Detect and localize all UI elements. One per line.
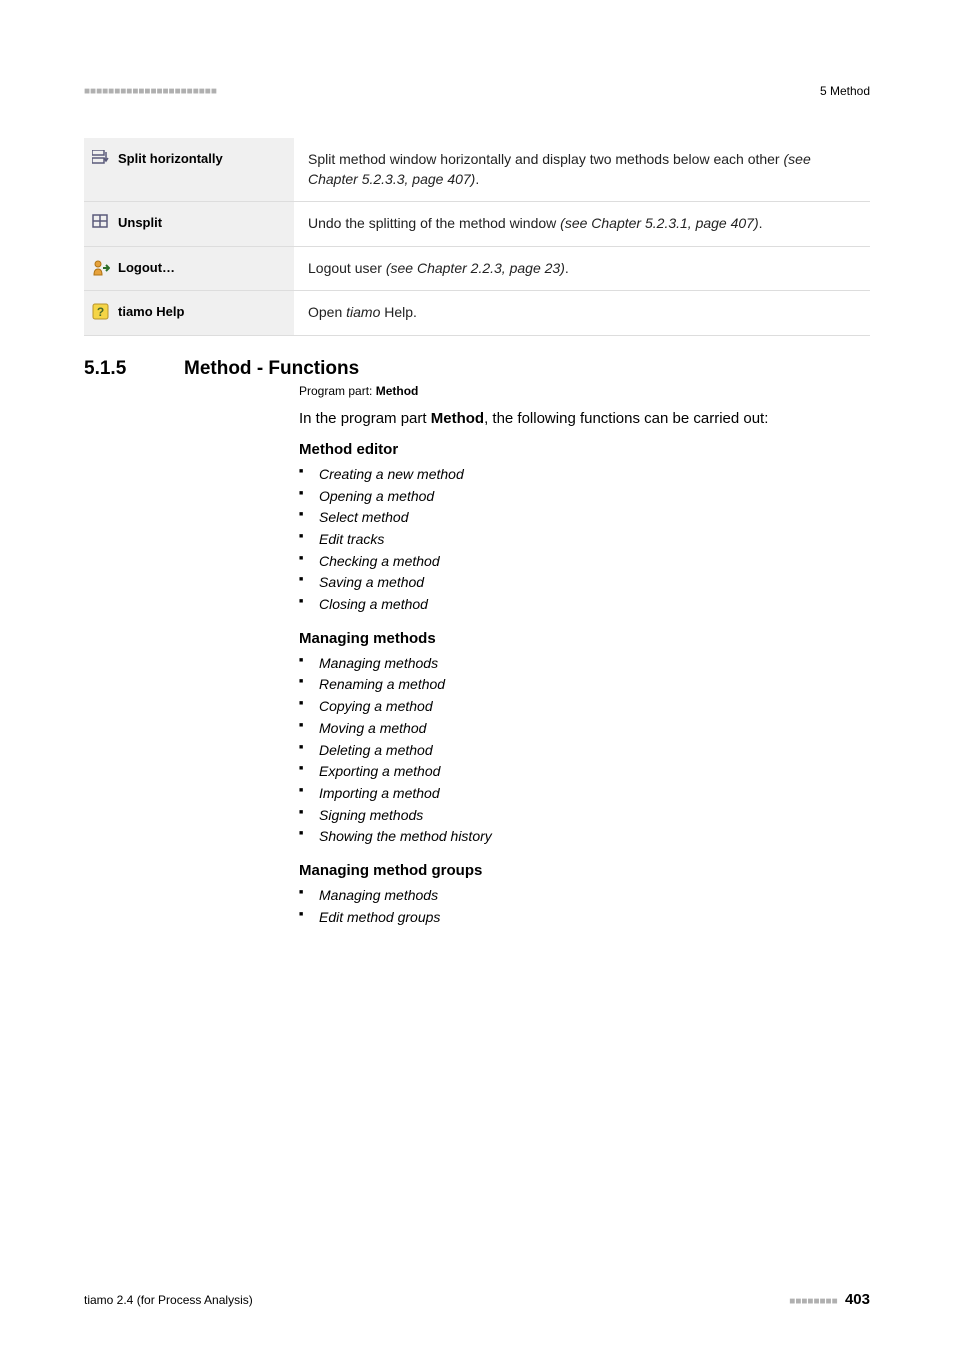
cell-label: Logout… bbox=[118, 260, 175, 275]
list-item: Creating a new method bbox=[299, 464, 870, 486]
group-heading: Method editor bbox=[299, 441, 870, 458]
table-row: ? tiamo Help Open tiamo Help. bbox=[84, 291, 870, 336]
list-item: Closing a method bbox=[299, 594, 870, 616]
method-editor-list: Creating a new method Opening a method S… bbox=[299, 464, 870, 616]
desc-em: tiamo bbox=[346, 304, 380, 320]
list-item: Managing methods bbox=[299, 885, 870, 907]
cell-desc: Open tiamo Help. bbox=[294, 291, 870, 336]
list-item: Showing the method history bbox=[299, 826, 870, 848]
desc-pre: Logout user bbox=[308, 260, 386, 276]
menu-table: Split horizontally Split method window h… bbox=[84, 138, 870, 336]
list-item: Edit tracks bbox=[299, 529, 870, 551]
desc-pre: Split method window horizontally and dis… bbox=[308, 151, 784, 167]
desc-em: (see Chapter 2.2.3, page 23) bbox=[386, 260, 565, 276]
list-item: Saving a method bbox=[299, 572, 870, 594]
desc-pre: Open bbox=[308, 304, 346, 320]
page-footer: tiamo 2.4 (for Process Analysis) ■■■■■■■… bbox=[84, 1291, 870, 1308]
svg-text:?: ? bbox=[97, 305, 104, 319]
desc-post: . bbox=[759, 215, 763, 231]
program-part-label: Program part: bbox=[299, 384, 376, 398]
split-horiz-cell: Split horizontally bbox=[84, 138, 294, 202]
unsplit-icon bbox=[92, 214, 110, 230]
table-row: Unsplit Undo the splitting of the method… bbox=[84, 202, 870, 247]
method-groups-list: Managing methods Edit method groups bbox=[299, 885, 870, 928]
unsplit-cell: Unsplit bbox=[84, 202, 294, 247]
group-heading: Managing method groups bbox=[299, 862, 870, 879]
help-icon: ? bbox=[92, 303, 110, 321]
list-item: Select method bbox=[299, 507, 870, 529]
desc-post: . bbox=[565, 260, 569, 276]
desc-post: . bbox=[475, 171, 479, 187]
intro-post: , the following functions can be carried… bbox=[484, 410, 768, 427]
cell-desc: Undo the splitting of the method window … bbox=[294, 202, 870, 247]
help-cell: ? tiamo Help bbox=[84, 291, 294, 336]
logout-cell: Logout… bbox=[84, 246, 294, 291]
footer-decoration: ■■■■■■■■ bbox=[789, 1296, 837, 1307]
intro-bold: Method bbox=[431, 410, 484, 427]
list-item: Moving a method bbox=[299, 718, 870, 740]
list-item: Exporting a method bbox=[299, 761, 870, 783]
desc-em: (see Chapter 5.2.3.1, page 407) bbox=[560, 215, 758, 231]
section-title: Method - Functions bbox=[184, 358, 359, 380]
page: ■■■■■■■■■■■■■■■■■■■■■■ 5 Method Split ho… bbox=[0, 0, 954, 1350]
desc-pre: Undo the splitting of the method window bbox=[308, 215, 560, 231]
cell-desc: Split method window horizontally and dis… bbox=[294, 138, 870, 202]
intro-pre: In the program part bbox=[299, 410, 431, 427]
list-item: Copying a method bbox=[299, 696, 870, 718]
footer-left: tiamo 2.4 (for Process Analysis) bbox=[84, 1293, 253, 1307]
section-heading: 5.1.5 Method - Functions bbox=[84, 358, 870, 380]
list-item: Signing methods bbox=[299, 805, 870, 827]
page-number: 403 bbox=[845, 1291, 870, 1308]
list-item: Edit method groups bbox=[299, 907, 870, 929]
cell-label: Unsplit bbox=[118, 215, 162, 230]
header-decoration: ■■■■■■■■■■■■■■■■■■■■■■ bbox=[84, 86, 217, 97]
cell-label: tiamo Help bbox=[118, 304, 184, 319]
section-number: 5.1.5 bbox=[84, 358, 154, 380]
logout-icon bbox=[92, 259, 110, 277]
cell-label: Split horizontally bbox=[118, 151, 223, 166]
cell-desc: Logout user (see Chapter 2.2.3, page 23)… bbox=[294, 246, 870, 291]
group-heading: Managing methods bbox=[299, 630, 870, 647]
program-part-value: Method bbox=[376, 384, 419, 398]
managing-methods-list: Managing methods Renaming a method Copyi… bbox=[299, 653, 870, 848]
table-row: Logout… Logout user (see Chapter 2.2.3, … bbox=[84, 246, 870, 291]
split-horizontal-icon bbox=[92, 150, 110, 166]
header-title: 5 Method bbox=[820, 84, 870, 98]
desc-post: Help. bbox=[380, 304, 417, 320]
table-row: Split horizontally Split method window h… bbox=[84, 138, 870, 202]
list-item: Managing methods bbox=[299, 653, 870, 675]
list-item: Deleting a method bbox=[299, 740, 870, 762]
section-body: Program part: Method In the program part… bbox=[299, 384, 870, 928]
list-item: Importing a method bbox=[299, 783, 870, 805]
intro-line: In the program part Method, the followin… bbox=[299, 410, 870, 427]
program-part-line: Program part: Method bbox=[299, 384, 870, 398]
list-item: Opening a method bbox=[299, 486, 870, 508]
list-item: Renaming a method bbox=[299, 674, 870, 696]
footer-right: ■■■■■■■■ 403 bbox=[789, 1291, 870, 1308]
page-header: ■■■■■■■■■■■■■■■■■■■■■■ 5 Method bbox=[84, 84, 870, 98]
section: 5.1.5 Method - Functions Program part: M… bbox=[84, 358, 870, 928]
list-item: Checking a method bbox=[299, 551, 870, 573]
